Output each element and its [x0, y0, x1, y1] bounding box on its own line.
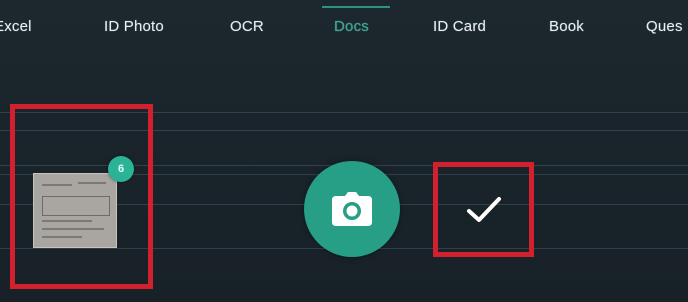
- camera-screen: Excel ID Photo OCR Docs ID Card Book Que…: [0, 0, 688, 302]
- tab-excel[interactable]: Excel: [0, 18, 32, 35]
- tab-ocr[interactable]: OCR: [230, 18, 264, 35]
- tab-docs[interactable]: Docs: [334, 18, 369, 35]
- shutter-button[interactable]: [304, 161, 400, 257]
- scan-mode-bar: Excel ID Photo OCR Docs ID Card Book Que…: [0, 0, 688, 60]
- tab-ques[interactable]: Ques: [646, 18, 683, 35]
- page-count-badge: 6: [108, 156, 134, 182]
- gallery-thumbnail-highlight[interactable]: 6: [10, 104, 153, 289]
- checkmark-icon: [466, 196, 501, 222]
- tab-id-card[interactable]: ID Card: [433, 18, 486, 35]
- doc-text-line: [42, 184, 72, 186]
- doc-text-line: [42, 220, 92, 222]
- doc-table-block: [42, 196, 110, 216]
- active-tab-indicator: [322, 6, 390, 8]
- tab-book[interactable]: Book: [549, 18, 584, 35]
- doc-text-line: [42, 236, 82, 238]
- document-thumbnail[interactable]: [33, 173, 117, 248]
- doc-text-line: [78, 182, 106, 184]
- doc-text-line: [42, 228, 104, 230]
- tab-id-photo[interactable]: ID Photo: [104, 18, 164, 35]
- confirm-button[interactable]: [433, 162, 534, 257]
- camera-icon: [332, 192, 372, 226]
